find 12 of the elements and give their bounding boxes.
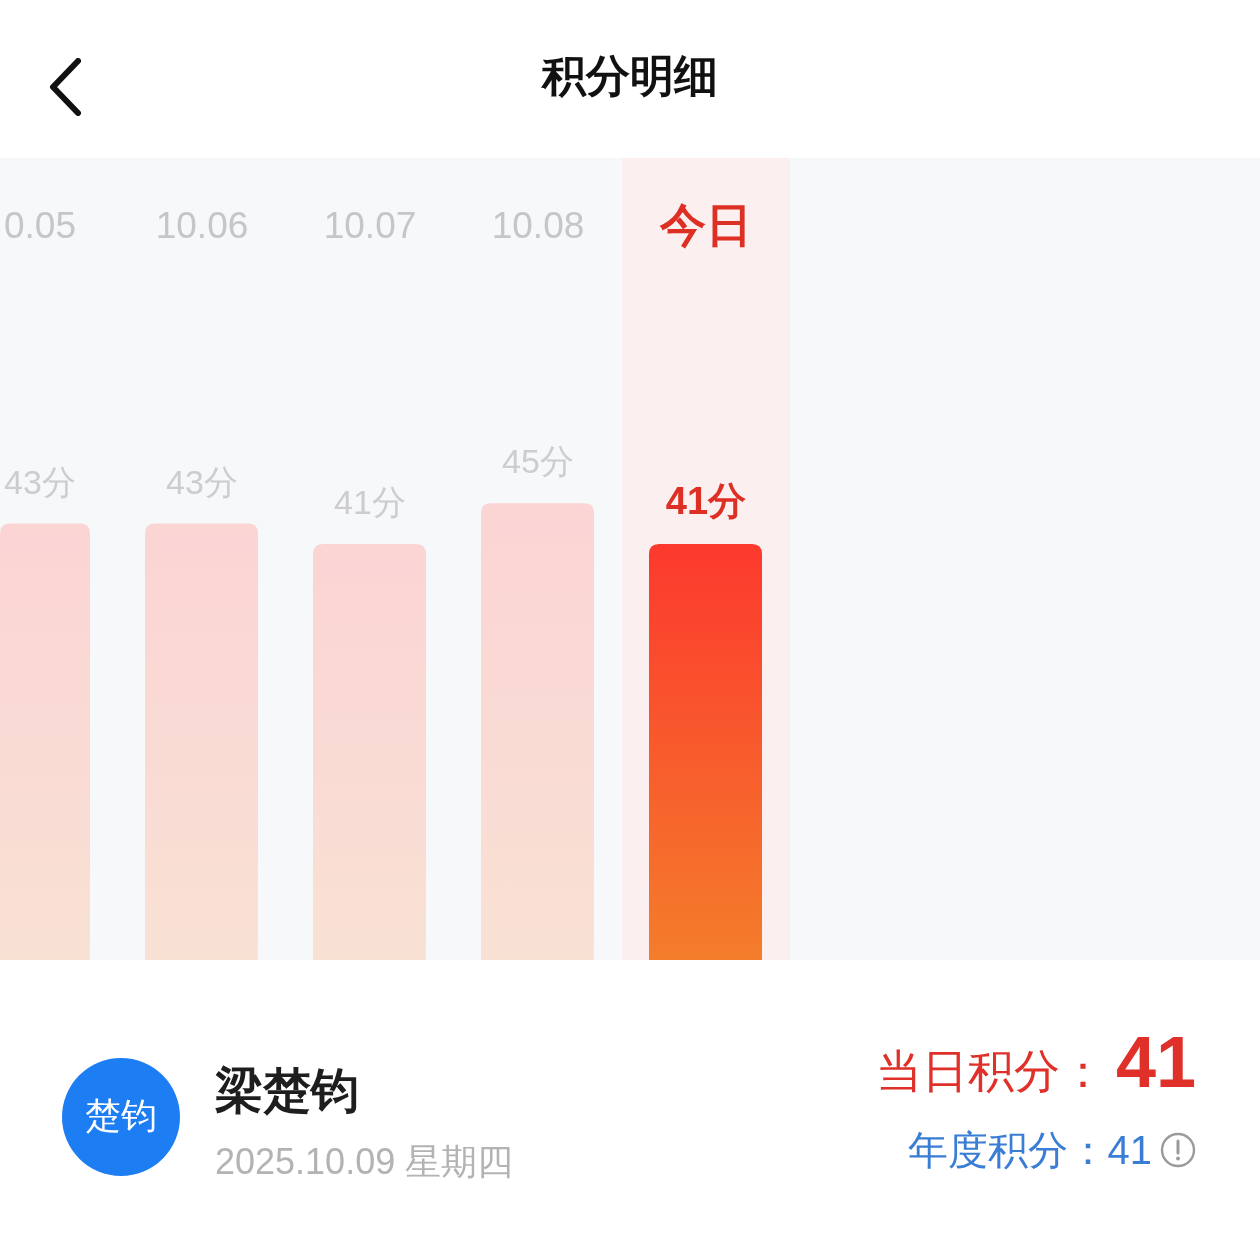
date-label[interactable]: 今日 bbox=[660, 199, 752, 251]
exclamation-circle-icon[interactable] bbox=[1160, 1132, 1196, 1168]
page-title: 积分明细 bbox=[542, 49, 718, 102]
daily-points-value: 41 bbox=[1115, 1021, 1196, 1102]
back-icon bbox=[48, 58, 82, 116]
annual-points-label: 年度积分： bbox=[907, 1126, 1108, 1174]
avatar: 楚钧 bbox=[62, 1057, 180, 1176]
user-name: 梁楚钧 bbox=[215, 1062, 360, 1119]
value-label: 41分 bbox=[665, 479, 747, 522]
daily-points-label: 当日积分： bbox=[875, 1043, 1106, 1099]
annual-points-value: 41 bbox=[1107, 1127, 1152, 1173]
date-text: 2025.10.09 星期四 bbox=[215, 1139, 514, 1184]
